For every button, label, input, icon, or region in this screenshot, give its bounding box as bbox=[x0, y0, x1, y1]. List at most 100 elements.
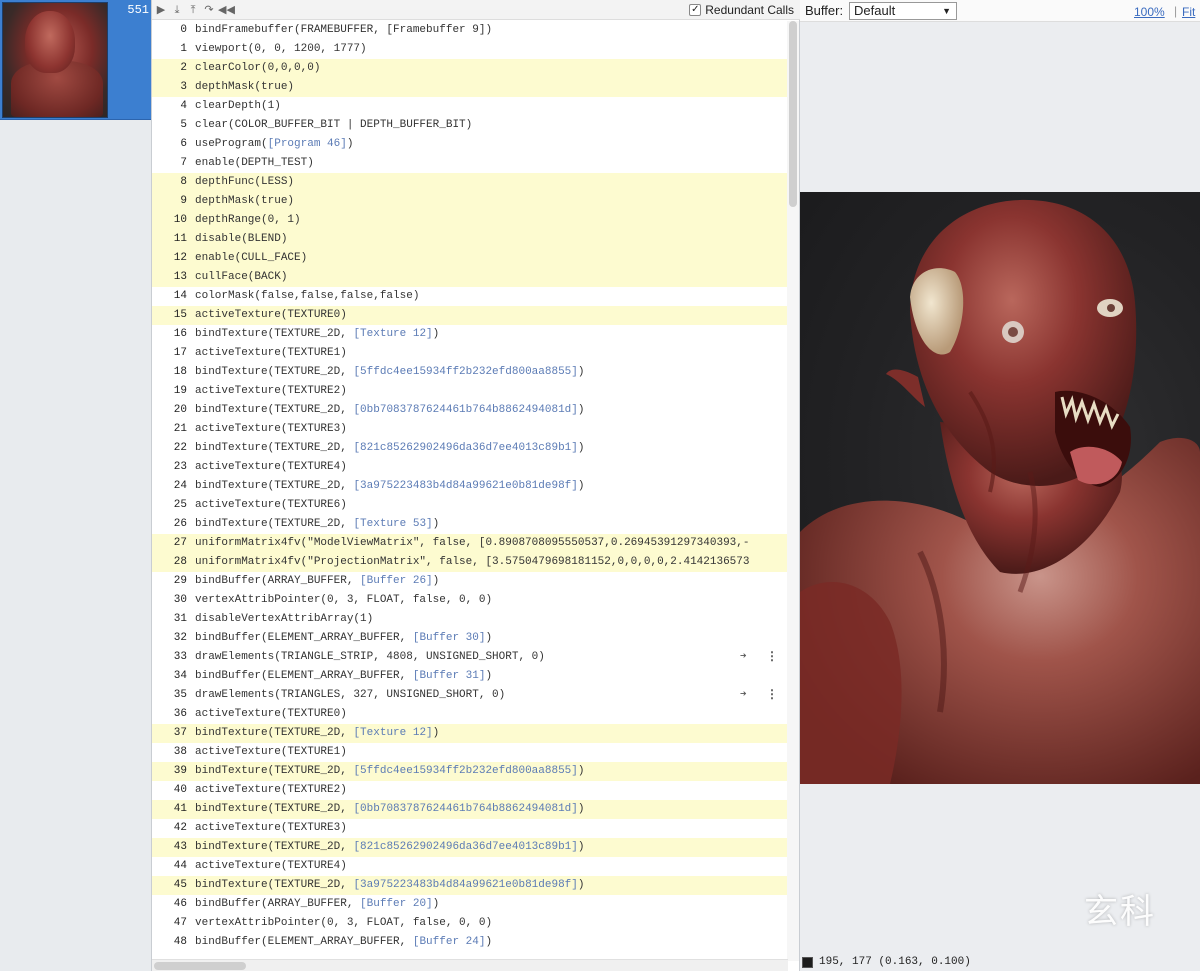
redundant-calls-checkbox[interactable]: ✓ bbox=[689, 4, 702, 16]
framebuffer-render-image[interactable] bbox=[800, 192, 1200, 784]
watermark-text: 玄科 bbox=[1084, 892, 1156, 932]
object-reference-link[interactable]: [3a975223483b4d84a99621e0b81de98f] bbox=[353, 879, 577, 891]
object-reference-link[interactable]: [5ffdc4ee15934ff2b232efd800aa8855] bbox=[353, 765, 577, 777]
call-function-text: activeTexture(TEXTURE3) bbox=[195, 822, 347, 834]
call-row[interactable]: 34 bindBuffer(ELEMENT_ARRAY_BUFFER, [Buff… bbox=[152, 667, 788, 686]
call-closing-text: ) bbox=[577, 366, 585, 378]
call-row[interactable]: 46 bindBuffer(ARRAY_BUFFER, [Buffer 20]) bbox=[152, 895, 788, 914]
call-row[interactable]: 18 bindTexture(TEXTURE_2D, [5ffdc4ee15934… bbox=[152, 363, 788, 382]
call-row[interactable]: 35 drawElements(TRIANGLES, 327, UNSIGNED_… bbox=[152, 686, 788, 705]
goto-draw-icon[interactable]: ➔ bbox=[740, 686, 747, 705]
object-reference-link[interactable]: [Texture 12] bbox=[353, 727, 432, 739]
call-list-vertical-scrollbar[interactable] bbox=[787, 21, 799, 961]
call-row[interactable]: 36 activeTexture(TEXTURE0) bbox=[152, 705, 788, 724]
call-row[interactable]: 19 activeTexture(TEXTURE2) bbox=[152, 382, 788, 401]
call-row[interactable]: 10 depthRange(0, 1) bbox=[152, 211, 788, 230]
call-code: clear(COLOR_BUFFER_BIT | DEPTH_BUFFER_BI… bbox=[195, 116, 472, 135]
call-function-text: enable(DEPTH_TEST) bbox=[195, 157, 314, 169]
object-reference-link[interactable]: [821c85262902496da36d7ee4013c89b1] bbox=[353, 442, 577, 454]
call-function-text: activeTexture(TEXTURE4) bbox=[195, 461, 347, 473]
call-row[interactable]: 4 clearDepth(1) bbox=[152, 97, 788, 116]
step-into-icon[interactable]: ⤓ bbox=[170, 2, 184, 18]
call-row[interactable]: 1 viewport(0, 0, 1200, 1777) bbox=[152, 40, 788, 59]
call-function-text: bindBuffer(ARRAY_BUFFER, bbox=[195, 898, 361, 910]
more-options-icon[interactable]: ⋮ bbox=[766, 686, 778, 705]
object-reference-link[interactable]: [Buffer 24] bbox=[413, 936, 486, 948]
frame-thumbnail-selected[interactable]: 551 bbox=[0, 0, 151, 120]
call-row[interactable]: 3 depthMask(true) bbox=[152, 78, 788, 97]
object-reference-link[interactable]: [3a975223483b4d84a99621e0b81de98f] bbox=[353, 480, 577, 492]
object-reference-link[interactable]: [821c85262902496da36d7ee4013c89b1] bbox=[353, 841, 577, 853]
zoom-fit-link[interactable]: Fit bbox=[1182, 5, 1195, 19]
object-reference-link[interactable]: [0bb7083787624461b764b8862494081d] bbox=[353, 803, 577, 815]
call-row[interactable]: 26 bindTexture(TEXTURE_2D, [Texture 53]) bbox=[152, 515, 788, 534]
call-row[interactable]: 11 disable(BLEND) bbox=[152, 230, 788, 249]
call-code: activeTexture(TEXTURE0) bbox=[195, 306, 347, 325]
call-row[interactable]: 5 clear(COLOR_BUFFER_BIT | DEPTH_BUFFER_B… bbox=[152, 116, 788, 135]
object-reference-link[interactable]: [Texture 53] bbox=[353, 518, 432, 530]
call-row[interactable]: 48 bindBuffer(ELEMENT_ARRAY_BUFFER, [Buff… bbox=[152, 933, 788, 952]
call-row[interactable]: 6 useProgram([Program 46]) bbox=[152, 135, 788, 154]
call-row[interactable]: 30 vertexAttribPointer(0, 3, FLOAT, false… bbox=[152, 591, 788, 610]
call-row[interactable]: 45 bindTexture(TEXTURE_2D, [3a975223483b4… bbox=[152, 876, 788, 895]
call-function-text: bindTexture(TEXTURE_2D, bbox=[195, 366, 354, 378]
call-row[interactable]: 23 activeTexture(TEXTURE4) bbox=[152, 458, 788, 477]
buffer-select[interactable]: Default ▼ bbox=[849, 2, 957, 20]
call-row[interactable]: 28 uniformMatrix4fv("ProjectionMatrix", f… bbox=[152, 553, 788, 572]
call-row[interactable]: 25 activeTexture(TEXTURE6) bbox=[152, 496, 788, 515]
call-row[interactable]: 16 bindTexture(TEXTURE_2D, [Texture 12]) bbox=[152, 325, 788, 344]
call-row[interactable]: 27 uniformMatrix4fv("ModelViewMatrix", fa… bbox=[152, 534, 788, 553]
call-row[interactable]: 8 depthFunc(LESS) bbox=[152, 173, 788, 192]
call-row[interactable]: 33 drawElements(TRIANGLE_STRIP, 4808, UNS… bbox=[152, 648, 788, 667]
step-over-icon[interactable]: ↷ bbox=[202, 2, 216, 18]
horizontal-scroll-thumb[interactable] bbox=[154, 962, 246, 970]
call-row[interactable]: 32 bindBuffer(ELEMENT_ARRAY_BUFFER, [Buff… bbox=[152, 629, 788, 648]
call-row[interactable]: 2 clearColor(0,0,0,0) bbox=[152, 59, 788, 78]
call-row[interactable]: 47 vertexAttribPointer(0, 3, FLOAT, false… bbox=[152, 914, 788, 933]
call-row[interactable]: 13 cullFace(BACK) bbox=[152, 268, 788, 287]
object-reference-link[interactable]: [Texture 12] bbox=[353, 328, 432, 340]
object-reference-link[interactable]: [Buffer 20] bbox=[360, 898, 433, 910]
call-list-horizontal-scrollbar[interactable] bbox=[152, 959, 788, 971]
goto-draw-icon[interactable]: ➔ bbox=[740, 648, 747, 667]
call-row[interactable]: 42 activeTexture(TEXTURE3) bbox=[152, 819, 788, 838]
call-row[interactable]: 37 bindTexture(TEXTURE_2D, [Texture 12]) bbox=[152, 724, 788, 743]
vertical-scroll-thumb[interactable] bbox=[789, 21, 797, 207]
call-row[interactable]: 22 bindTexture(TEXTURE_2D, [821c852629024… bbox=[152, 439, 788, 458]
call-row[interactable]: 40 activeTexture(TEXTURE2) bbox=[152, 781, 788, 800]
call-function-text: cullFace(BACK) bbox=[195, 271, 288, 283]
call-row[interactable]: 12 enable(CULL_FACE) bbox=[152, 249, 788, 268]
more-options-icon[interactable]: ⋮ bbox=[766, 648, 778, 667]
call-row[interactable]: 9 depthMask(true) bbox=[152, 192, 788, 211]
call-index: 8 bbox=[180, 176, 187, 188]
object-reference-link[interactable]: [0bb7083787624461b764b8862494081d] bbox=[353, 404, 577, 416]
call-row[interactable]: 0 bindFramebuffer(FRAMEBUFFER, [Framebuff… bbox=[152, 21, 788, 40]
object-reference-link[interactable]: [Buffer 30] bbox=[413, 632, 486, 644]
call-closing-text: ) bbox=[577, 442, 585, 454]
object-reference-link[interactable]: [5ffdc4ee15934ff2b232efd800aa8855] bbox=[353, 366, 577, 378]
call-row[interactable]: 17 activeTexture(TEXTURE1) bbox=[152, 344, 788, 363]
object-reference-link[interactable]: [Buffer 26] bbox=[360, 575, 433, 587]
call-row[interactable]: 7 enable(DEPTH_TEST) bbox=[152, 154, 788, 173]
object-reference-link[interactable]: [Buffer 31] bbox=[413, 670, 486, 682]
call-row[interactable]: 15 activeTexture(TEXTURE0) bbox=[152, 306, 788, 325]
call-row[interactable]: 20 bindTexture(TEXTURE_2D, [0bb7083787624… bbox=[152, 401, 788, 420]
redundant-calls-toggle[interactable]: ✓ Redundant Calls bbox=[689, 2, 794, 18]
call-row[interactable]: 41 bindTexture(TEXTURE_2D, [0bb7083787624… bbox=[152, 800, 788, 819]
call-row[interactable]: 21 activeTexture(TEXTURE3) bbox=[152, 420, 788, 439]
call-row[interactable]: 31 disableVertexAttribArray(1) bbox=[152, 610, 788, 629]
call-row[interactable]: 14 colorMask(false,false,false,false) bbox=[152, 287, 788, 306]
call-row[interactable]: 24 bindTexture(TEXTURE_2D, [3a975223483b4… bbox=[152, 477, 788, 496]
frame-thumbnail-image[interactable] bbox=[2, 2, 108, 118]
call-row[interactable]: 43 bindTexture(TEXTURE_2D, [821c852629024… bbox=[152, 838, 788, 857]
zoom-100-link[interactable]: 100% bbox=[1134, 5, 1165, 19]
call-row[interactable]: 38 activeTexture(TEXTURE1) bbox=[152, 743, 788, 762]
object-reference-link[interactable]: [Program 46] bbox=[268, 138, 347, 150]
call-index: 4 bbox=[180, 100, 187, 112]
call-row[interactable]: 29 bindBuffer(ARRAY_BUFFER, [Buffer 26]) bbox=[152, 572, 788, 591]
call-row[interactable]: 44 activeTexture(TEXTURE4) bbox=[152, 857, 788, 876]
rewind-icon[interactable]: ◀◀ bbox=[218, 2, 235, 18]
play-icon[interactable]: ▶ bbox=[154, 2, 168, 18]
step-out-icon[interactable]: ⤒ bbox=[186, 2, 200, 18]
call-row[interactable]: 39 bindTexture(TEXTURE_2D, [5ffdc4ee15934… bbox=[152, 762, 788, 781]
